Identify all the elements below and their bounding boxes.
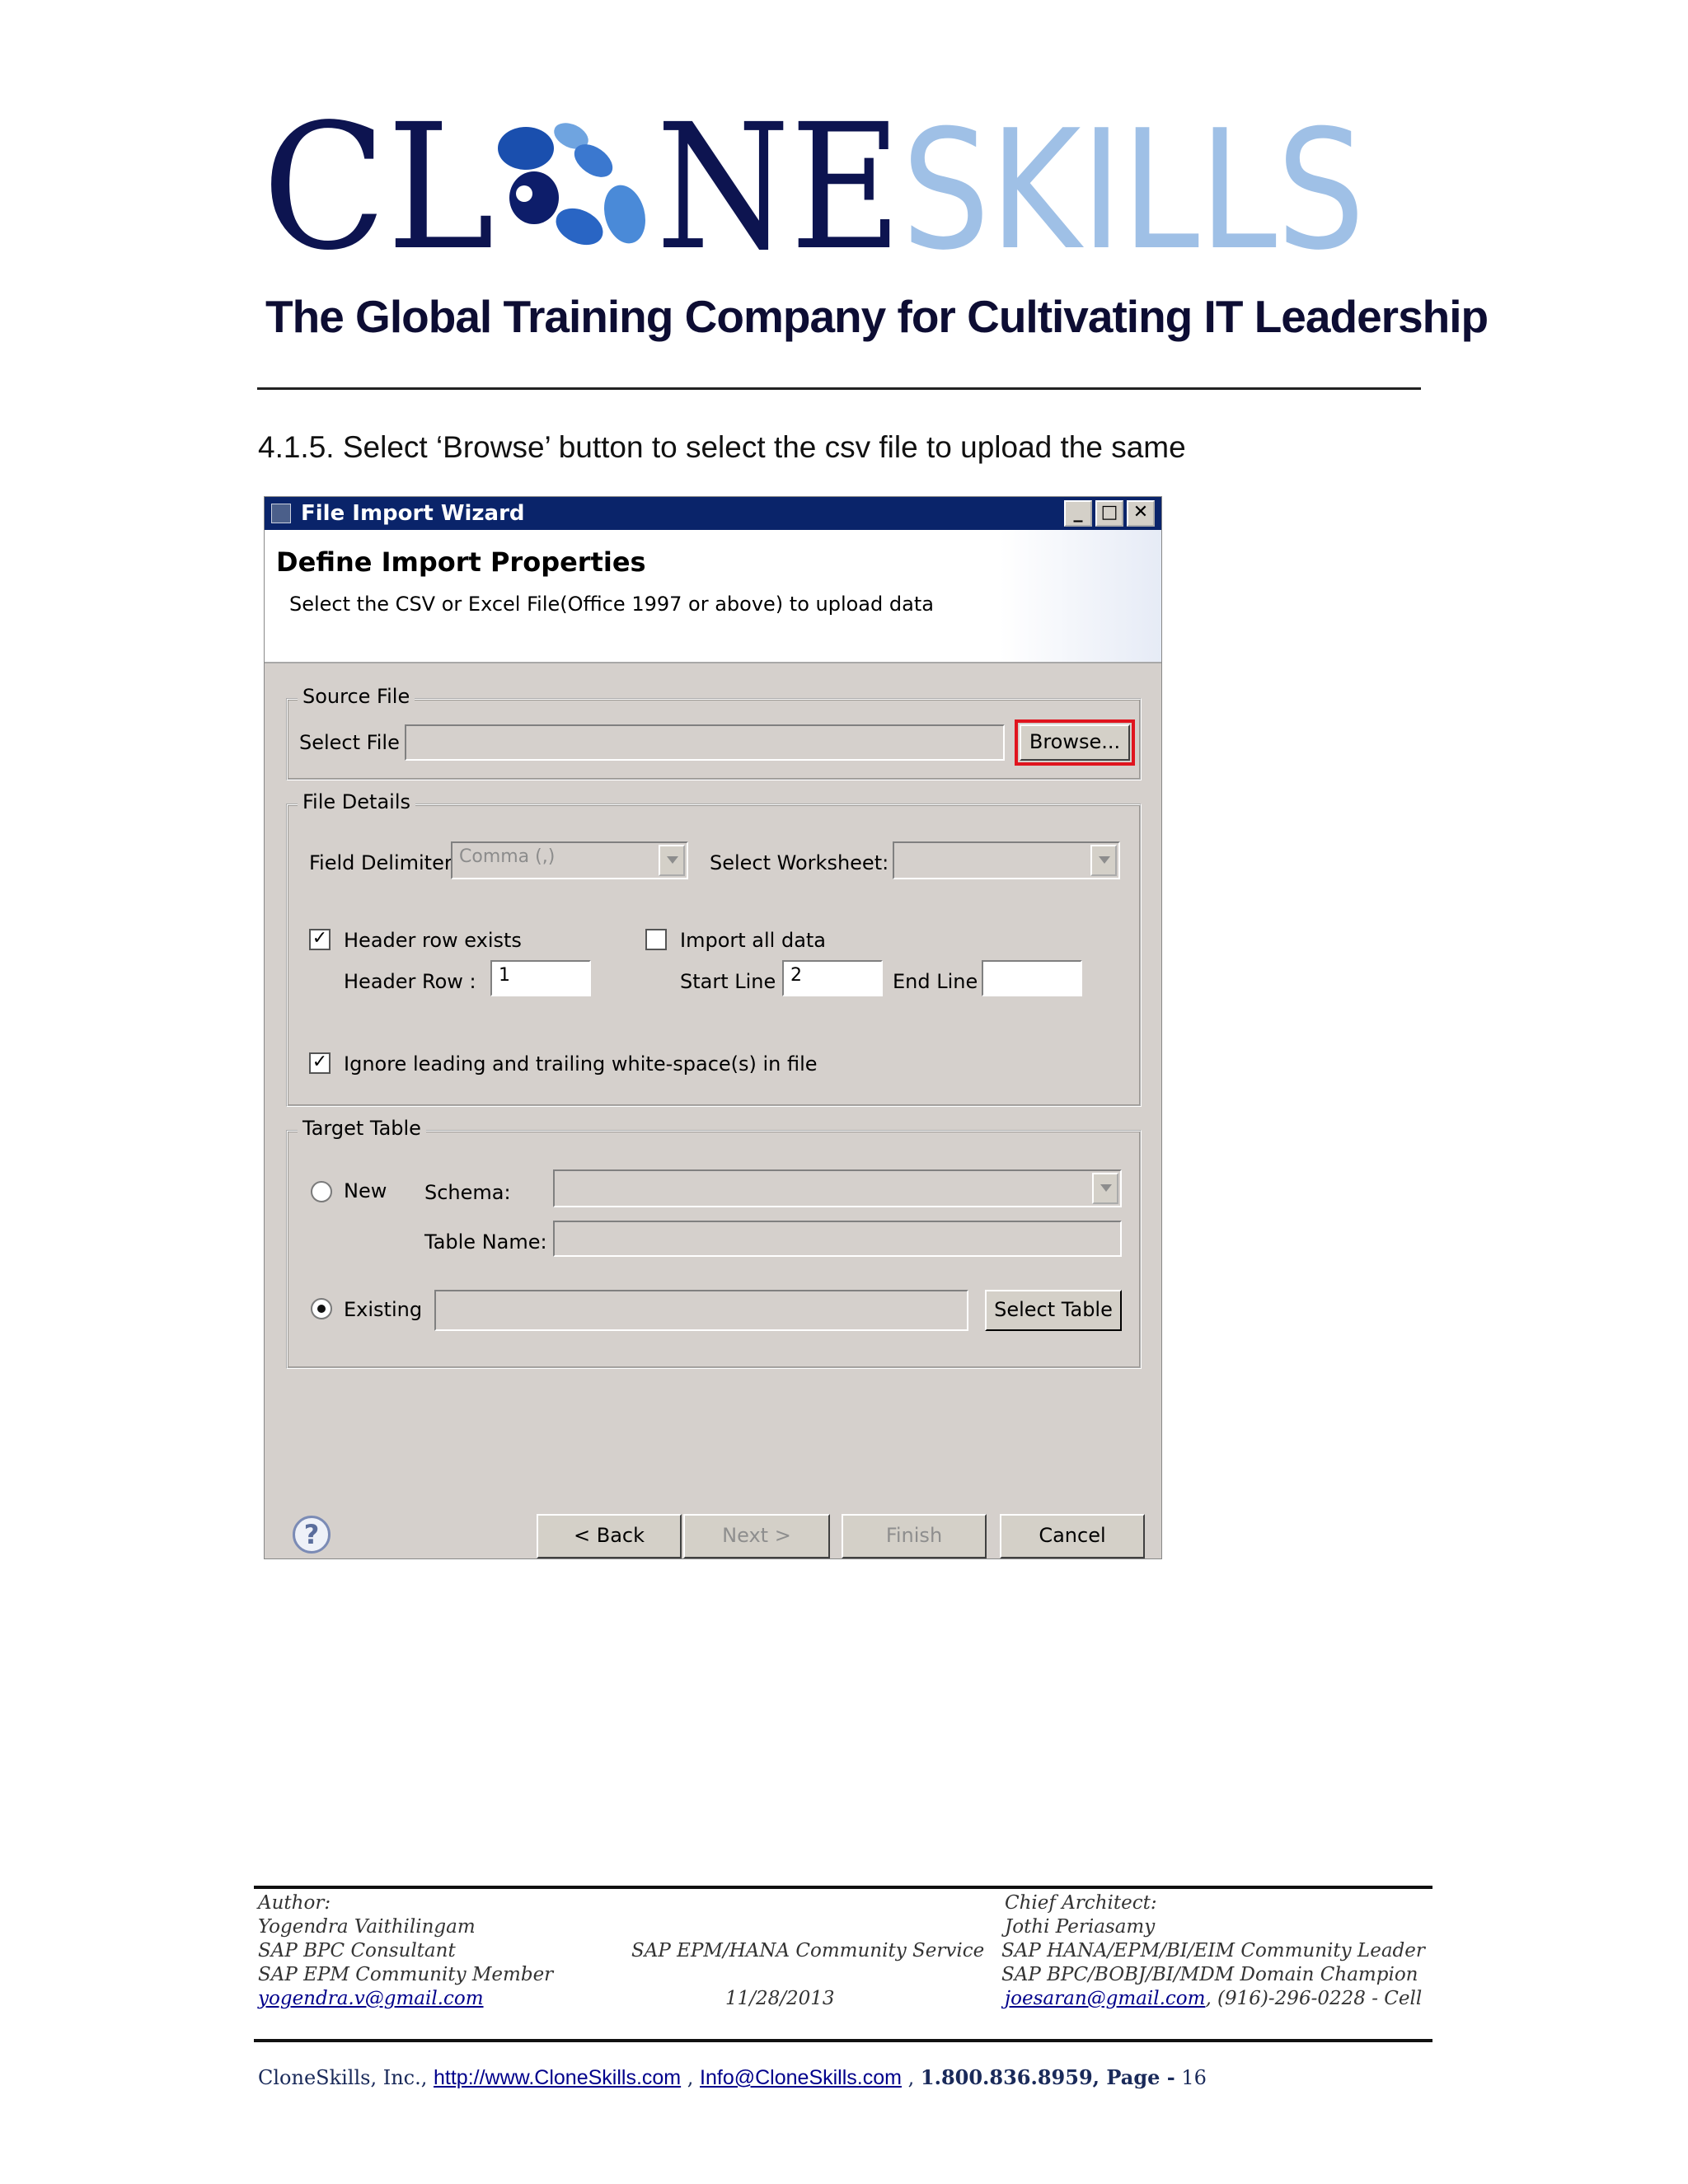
help-icon[interactable]: ? bbox=[293, 1516, 331, 1554]
phone-and-page-label: 1.800.836.8959, Page - bbox=[920, 2065, 1175, 2089]
start-line-input[interactable]: 2 bbox=[782, 960, 883, 996]
author-heading: Author: bbox=[258, 1892, 331, 1914]
header-row-exists-checkbox[interactable]: ✓ bbox=[309, 929, 331, 950]
schema-select[interactable] bbox=[553, 1169, 1122, 1207]
center-community-text: SAP EPM/HANA Community Service bbox=[631, 1940, 985, 1961]
author-email-link[interactable]: yogendra.v@gmail.com bbox=[258, 1988, 484, 2009]
company-email-link[interactable]: Info@CloneSkills.com bbox=[700, 2066, 902, 2089]
tagline: The Global Training Company for Cultivat… bbox=[265, 291, 1489, 342]
file-details-group: File Details Field Delimiter Comma (,) S… bbox=[286, 790, 1142, 1107]
website-link[interactable]: http://www.CloneSkills.com bbox=[434, 2066, 681, 2089]
browse-button[interactable]: Browse... bbox=[1020, 724, 1130, 761]
target-table-group-label: Target Table bbox=[298, 1117, 426, 1140]
back-button[interactable]: < Back bbox=[537, 1514, 682, 1558]
page-number: 16 bbox=[1181, 2066, 1207, 2089]
author-name: Yogendra Vaithilingam bbox=[258, 1916, 476, 1938]
source-file-group: Source File Select File Browse... bbox=[286, 685, 1142, 780]
select-worksheet-label: Select Worksheet: bbox=[710, 851, 889, 874]
header-divider bbox=[257, 387, 1421, 390]
cancel-button[interactable]: Cancel bbox=[1000, 1514, 1145, 1558]
footer-top-divider bbox=[254, 1886, 1432, 1889]
wizard-titlebar[interactable]: File Import Wizard _ □ ✕ bbox=[265, 497, 1161, 530]
logo-text-cl: CL bbox=[262, 99, 495, 264]
select-file-input[interactable] bbox=[405, 724, 1005, 761]
author-role-2: SAP EPM Community Member bbox=[258, 1964, 554, 1985]
header-row-exists-label: Header row exists bbox=[344, 929, 522, 952]
new-radio[interactable] bbox=[311, 1181, 332, 1202]
logo-circles-icon bbox=[498, 123, 645, 246]
wizard-heading: Define Import Properties bbox=[276, 546, 646, 578]
existing-table-input[interactable] bbox=[434, 1290, 968, 1331]
field-delimiter-value: Comma (,) bbox=[459, 846, 556, 867]
file-details-group-label: File Details bbox=[298, 790, 415, 813]
wizard-banner: Define Import Properties Select the CSV … bbox=[265, 530, 1161, 663]
maximize-button[interactable]: □ bbox=[1095, 500, 1123, 527]
architect-role-2: SAP BPC/BOBJ/BI/MDM Domain Champion bbox=[1001, 1964, 1418, 1985]
import-all-data-label: Import all data bbox=[680, 929, 827, 952]
logo-text-ne: NE bbox=[656, 99, 902, 264]
header-row-input[interactable]: 1 bbox=[490, 960, 591, 996]
import-all-data-checkbox[interactable] bbox=[645, 929, 667, 950]
new-radio-label: New bbox=[344, 1179, 387, 1202]
schema-label: Schema: bbox=[424, 1181, 511, 1204]
architect-name: Jothi Periasamy bbox=[1005, 1916, 1156, 1938]
close-button[interactable]: ✕ bbox=[1127, 500, 1155, 527]
separator-2: , bbox=[907, 2066, 915, 2089]
table-name-input[interactable] bbox=[553, 1221, 1122, 1257]
separator-1: , bbox=[687, 2066, 694, 2089]
footer-bottom-divider bbox=[254, 2039, 1432, 2042]
company-name: CloneSkills, Inc., bbox=[258, 2066, 428, 2089]
file-import-wizard-window: File Import Wizard _ □ ✕ Define Import P… bbox=[264, 496, 1162, 1559]
cloneskills-logo: CL NE SKILLS bbox=[262, 99, 1365, 264]
minimize-button[interactable]: _ bbox=[1064, 500, 1092, 527]
author-email-wrap: yogendra.v@gmail.com bbox=[258, 1988, 484, 2009]
author-role-1: SAP BPC Consultant bbox=[258, 1940, 456, 1961]
target-table-group: Target Table New Schema: Table Name: Exi… bbox=[286, 1117, 1142, 1369]
architect-phone: , (916)-296-0228 - Cell bbox=[1205, 1988, 1423, 2009]
ignore-whitespace-checkbox[interactable]: ✓ bbox=[309, 1052, 331, 1074]
start-line-label: Start Line bbox=[680, 970, 776, 993]
step-instruction: 4.1.5. Select ‘Browse’ button to select … bbox=[258, 430, 1186, 464]
header-row-label: Header Row : bbox=[344, 970, 476, 993]
finish-button[interactable]: Finish bbox=[842, 1514, 987, 1558]
select-table-button[interactable]: Select Table bbox=[985, 1290, 1122, 1331]
select-file-label: Select File bbox=[299, 731, 400, 754]
document-date: 11/28/2013 bbox=[725, 1988, 835, 2009]
next-button[interactable]: Next > bbox=[683, 1514, 830, 1558]
company-footer-line: CloneSkills, Inc., http://www.CloneSkill… bbox=[258, 2065, 1207, 2090]
chevron-down-icon[interactable] bbox=[1090, 845, 1117, 876]
existing-radio[interactable] bbox=[311, 1298, 332, 1319]
architect-email-link[interactable]: joesaran@gmail.com bbox=[1005, 1988, 1205, 2009]
architect-contact: joesaran@gmail.com, (916)-296-0228 - Cel… bbox=[1005, 1988, 1422, 2009]
field-delimiter-label: Field Delimiter bbox=[309, 851, 452, 874]
table-name-label: Table Name: bbox=[424, 1230, 547, 1254]
wizard-title: File Import Wizard bbox=[301, 501, 525, 526]
architect-role-1: SAP HANA/EPM/BI/EIM Community Leader bbox=[1001, 1940, 1425, 1961]
existing-radio-label: Existing bbox=[344, 1298, 423, 1321]
end-line-label: End Line bbox=[893, 970, 978, 993]
field-delimiter-select[interactable]: Comma (,) bbox=[451, 841, 688, 879]
app-icon bbox=[271, 504, 291, 523]
logo-text-skills: SKILLS bbox=[902, 99, 1365, 264]
wizard-description: Select the CSV or Excel File(Office 1997… bbox=[289, 593, 934, 616]
chevron-down-icon[interactable] bbox=[659, 845, 685, 876]
select-worksheet-select[interactable] bbox=[893, 841, 1120, 879]
end-line-input[interactable] bbox=[982, 960, 1082, 996]
source-file-group-label: Source File bbox=[298, 685, 415, 708]
ignore-whitespace-label: Ignore leading and trailing white-space(… bbox=[344, 1052, 818, 1076]
architect-heading: Chief Architect: bbox=[1005, 1892, 1157, 1914]
chevron-down-icon[interactable] bbox=[1092, 1173, 1118, 1204]
